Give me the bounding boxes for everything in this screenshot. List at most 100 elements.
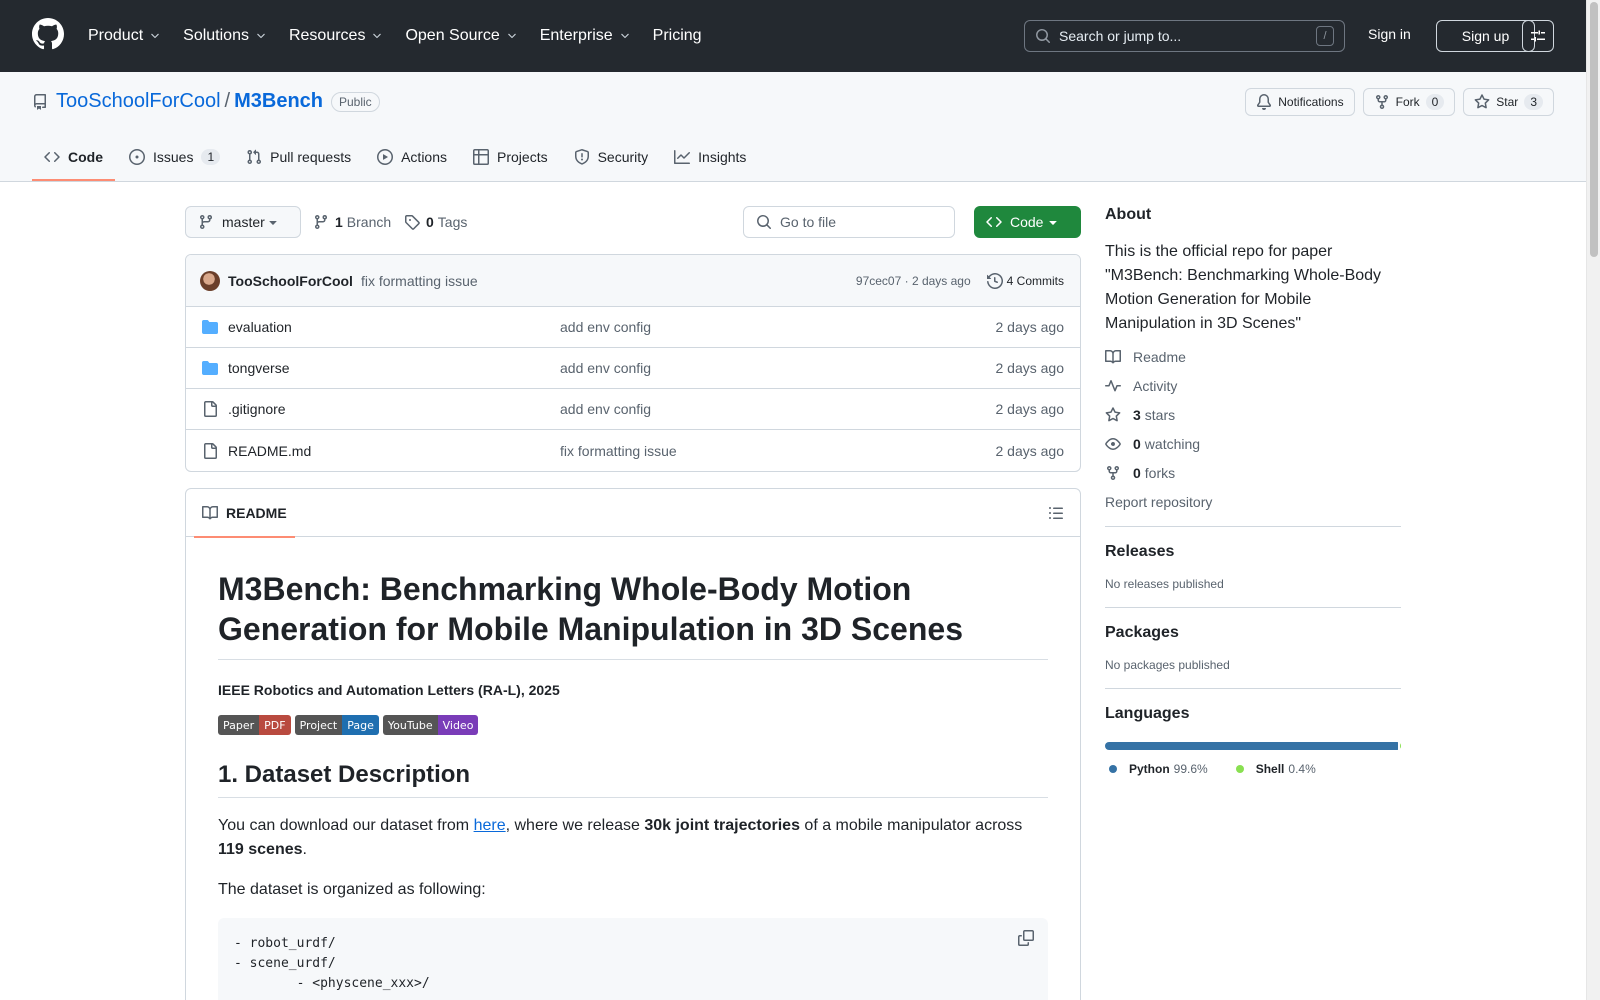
readme-paragraph-dataset: You can download our dataset from here, …: [218, 814, 1048, 862]
tab-projects[interactable]: Projects: [461, 133, 560, 181]
sign-in-link[interactable]: Sign in: [1368, 26, 1411, 42]
file-commit-message-link[interactable]: add env config: [560, 401, 651, 417]
file-name-link[interactable]: README.md: [228, 443, 311, 459]
releases-heading[interactable]: Releases: [1105, 543, 1401, 561]
table-row[interactable]: tongverse add env config 2 days ago: [186, 348, 1080, 389]
packages-heading[interactable]: Packages: [1105, 624, 1401, 642]
notifications-button[interactable]: Notifications: [1245, 88, 1355, 116]
fork-count: 0: [1425, 94, 1445, 110]
page-scrollbar[interactable]: [1586, 0, 1600, 1000]
file-name-link[interactable]: .gitignore: [228, 401, 286, 417]
tags-link[interactable]: 0 Tags: [404, 214, 467, 230]
tag-icon: [404, 214, 420, 230]
search-shortcut-key: /: [1316, 26, 1334, 46]
about-link-label: stars: [1144, 407, 1176, 423]
report-repository-link[interactable]: Report repository: [1105, 494, 1401, 510]
pull-request-icon: [246, 149, 262, 165]
star-button[interactable]: Star 3: [1463, 88, 1554, 116]
search-icon: [1035, 28, 1051, 44]
nav-label: Pricing: [652, 27, 702, 44]
fork-icon: [1374, 94, 1390, 110]
nav-enterprise[interactable]: Enterprise: [540, 27, 631, 45]
code-dropdown-button[interactable]: Code: [974, 206, 1081, 238]
readme-body: M3Bench: Benchmarking Whole-Body Motion …: [186, 537, 1080, 1000]
file-rows: evaluation add env config 2 days ago tongve…: [186, 307, 1080, 471]
branch-count: 1: [335, 214, 343, 230]
about-link-Activity[interactable]: Activity: [1105, 378, 1401, 394]
file-toolbar: master 1 Branch 0 Tags Go to file Code: [185, 206, 1081, 238]
branch-selector[interactable]: master: [185, 206, 301, 238]
languages-section: Languages Python 99.6% Shell 0.4%: [1105, 688, 1401, 776]
table-icon: [473, 149, 490, 165]
commit-author-link[interactable]: TooSchoolForCool: [228, 273, 353, 289]
table-row[interactable]: evaluation add env config 2 days ago: [186, 307, 1080, 348]
tab-actions[interactable]: Actions: [365, 133, 459, 181]
repo-owner-link[interactable]: TooSchoolForCool: [56, 90, 221, 113]
repo-icon: [32, 93, 48, 110]
readme-tab[interactable]: README: [194, 489, 295, 538]
tab-label: Actions: [401, 149, 448, 165]
tab-security[interactable]: Security: [562, 133, 661, 181]
caret-down-icon: [265, 214, 281, 230]
tab-issues[interactable]: Issues 1: [117, 133, 232, 181]
about-link-Readme[interactable]: Readme: [1105, 349, 1401, 365]
commit-message-link[interactable]: fix formatting issue: [361, 273, 478, 289]
file-name-link[interactable]: tongverse: [228, 360, 289, 376]
search-placeholder: Search or jump to...: [1059, 28, 1182, 44]
commit-hash-date[interactable]: 97cec07 · 2 days ago: [856, 274, 971, 288]
settings-menu-button[interactable]: [1522, 20, 1554, 52]
go-to-file-input[interactable]: Go to file: [743, 206, 955, 238]
code-icon: [44, 149, 60, 165]
code-icon: [986, 214, 1002, 230]
about-link-stars[interactable]: 3 stars: [1105, 407, 1401, 423]
about-description: This is the official repo for paper "M3B…: [1105, 243, 1382, 332]
dataset-download-link[interactable]: here: [474, 817, 506, 834]
tab-code[interactable]: Code: [32, 133, 115, 181]
about-link-forks[interactable]: 0 forks: [1105, 465, 1401, 481]
badge-youtube[interactable]: YouTube Video: [382, 715, 479, 735]
star-icon: [1474, 94, 1490, 110]
scrollbar-thumb[interactable]: [1590, 2, 1598, 257]
language-item[interactable]: Python 99.6%: [1105, 762, 1208, 776]
badge-left-label: Paper: [218, 715, 260, 735]
file-name-link[interactable]: evaluation: [228, 319, 292, 335]
nav-solutions[interactable]: Solutions: [183, 27, 267, 45]
nav-label: Solutions: [183, 27, 249, 44]
nav-pricing[interactable]: Pricing: [653, 27, 702, 45]
file-commit-message-link[interactable]: fix formatting issue: [560, 443, 677, 459]
about-heading: About: [1105, 206, 1152, 223]
eye-icon: [1105, 436, 1121, 452]
fork-button[interactable]: Fork 0: [1362, 88, 1456, 116]
nav-product[interactable]: Product: [88, 27, 161, 45]
branches-link[interactable]: 1 Branch: [313, 214, 391, 230]
badge-project[interactable]: Project Page: [294, 715, 379, 735]
file-commit-message-link[interactable]: add env config: [560, 319, 651, 335]
sign-up-button[interactable]: Sign up: [1436, 20, 1535, 52]
languages-heading: Languages: [1105, 705, 1190, 722]
tab-pull-requests[interactable]: Pull requests: [234, 133, 363, 181]
commits-history-link[interactable]: 4 Commits: [986, 272, 1064, 289]
github-logo-icon[interactable]: [32, 18, 64, 50]
code-line: - scene_urdf/: [234, 956, 336, 971]
global-search[interactable]: Search or jump to... /: [1024, 20, 1345, 52]
avatar[interactable]: [200, 270, 220, 291]
language-item[interactable]: Shell 0.4%: [1232, 762, 1316, 776]
badge-paper[interactable]: Paper PDF: [218, 715, 291, 735]
tab-label: Issues: [153, 149, 194, 165]
copy-icon[interactable]: [1018, 930, 1034, 946]
about-link-watching[interactable]: 0 watching: [1105, 436, 1401, 452]
language-dot: [1235, 765, 1244, 773]
nav-resources[interactable]: Resources: [289, 27, 383, 45]
outline-list-icon[interactable]: [1048, 505, 1064, 521]
nav-label: Resources: [288, 27, 366, 44]
nav-open-source[interactable]: Open Source: [405, 27, 517, 45]
tab-insights[interactable]: Insights: [662, 133, 758, 181]
language-bar: [1105, 742, 1401, 750]
repo-name-link[interactable]: M3Bench: [234, 90, 323, 113]
readme-text: , where we release: [505, 817, 645, 834]
go-to-file-placeholder: Go to file: [780, 214, 837, 230]
table-row[interactable]: .gitignore add env config 2 days ago: [186, 389, 1080, 430]
table-row[interactable]: README.md fix formatting issue 2 days ago: [186, 430, 1080, 471]
file-list: TooSchoolForCool fix formatting issue 97…: [185, 254, 1081, 472]
file-commit-message-link[interactable]: add env config: [560, 360, 651, 376]
